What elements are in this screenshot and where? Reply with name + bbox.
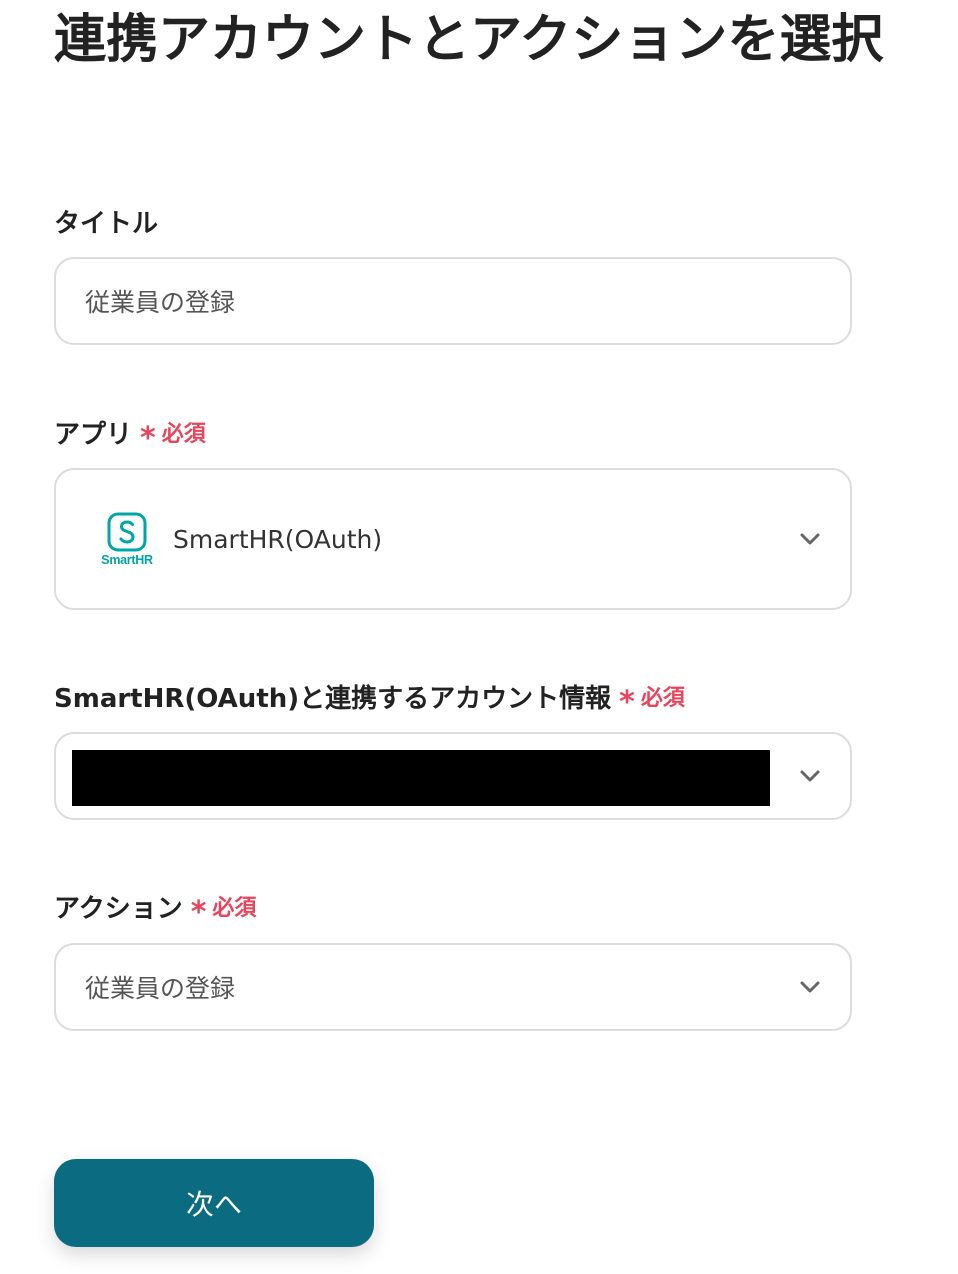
next-button[interactable]: 次へ: [54, 1159, 374, 1247]
app-select[interactable]: SmartHR SmartHR(OAuth): [54, 468, 852, 610]
action-select[interactable]: 従業員の登録: [54, 943, 852, 1031]
smarthr-logo-text: SmartHR: [101, 553, 153, 567]
redacted-account-value: [72, 750, 770, 806]
required-asterisk-icon: *: [190, 894, 207, 930]
required-asterisk-icon: *: [619, 684, 635, 720]
chevron-down-icon[interactable]: [798, 764, 822, 788]
action-label-text: アクション: [54, 893, 183, 924]
required-badge: 必須: [640, 686, 685, 711]
app-name: SmartHR(OAuth): [173, 524, 383, 554]
required-badge: 必須: [212, 896, 257, 921]
chevron-down-icon[interactable]: [798, 975, 822, 999]
account-select[interactable]: [54, 732, 852, 820]
action-field-label: アクション * 必須: [54, 886, 257, 930]
app-field-label: アプリ * 必須: [54, 412, 206, 456]
app-label-text: アプリ: [54, 419, 133, 450]
title-input[interactable]: 従業員の登録: [54, 257, 852, 345]
required-asterisk-icon: *: [140, 420, 156, 456]
chevron-down-icon[interactable]: [798, 527, 822, 551]
account-field-label: SmartHR(OAuth)と連携するアカウント情報 * 必須: [54, 676, 685, 720]
action-value: 従業員の登録: [85, 974, 236, 1003]
account-label-text: SmartHR(OAuth)と連携するアカウント情報: [54, 683, 612, 714]
smarthr-logo-icon: SmartHR: [98, 512, 156, 570]
page-title: 連携アカウントとアクションを選択: [54, 10, 884, 70]
required-badge: 必須: [161, 422, 206, 447]
title-field-label: タイトル: [54, 202, 158, 240]
title-label-text: タイトル: [54, 208, 159, 239]
